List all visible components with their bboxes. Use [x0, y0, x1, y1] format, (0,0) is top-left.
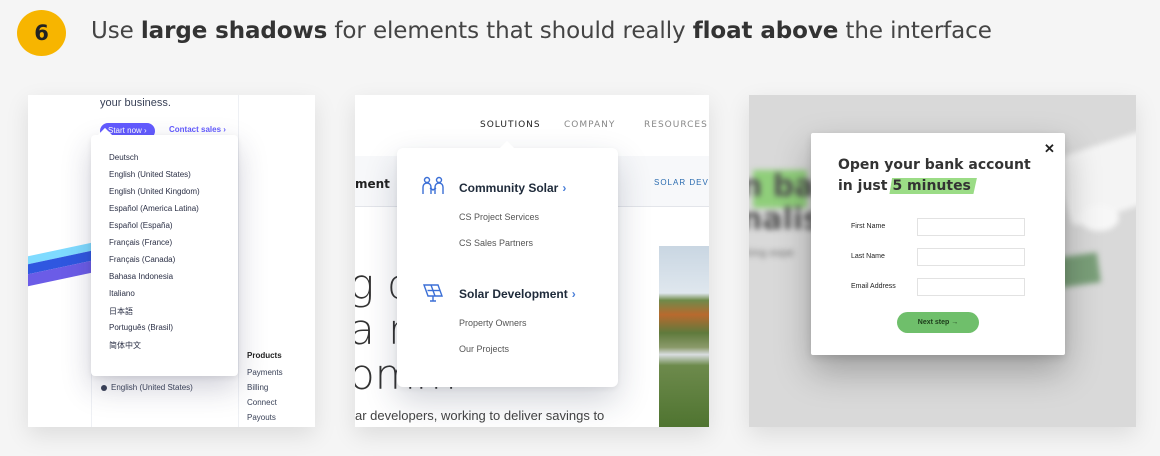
community-solar-link[interactable]: Community Solar ›: [459, 181, 566, 195]
property-owners-link[interactable]: Property Owners: [459, 318, 527, 328]
nav-resources[interactable]: RESOURCES: [644, 120, 708, 130]
modal-title-line1: Open your bank account: [838, 157, 1031, 173]
page-title: Use large shadows for elements that shou…: [91, 18, 992, 44]
cs-project-services-link[interactable]: CS Project Services: [459, 212, 539, 222]
nav-solutions[interactable]: SOLUTIONS: [480, 120, 541, 130]
language-option[interactable]: 简体中文: [109, 340, 141, 351]
sub-header-link[interactable]: SOLAR DEVEL: [654, 178, 709, 187]
footer-link-billing[interactable]: Billing: [247, 383, 268, 392]
step-badge: 6: [17, 10, 66, 56]
example-language-dropdown: your business. Start now › Contact sales…: [28, 95, 315, 427]
mouse-image: [1079, 205, 1119, 231]
our-projects-link[interactable]: Our Projects: [459, 344, 509, 354]
language-option[interactable]: Italiano: [109, 289, 135, 298]
last-name-label: Last Name: [851, 253, 885, 260]
body-text: ar developers, working to deliver saving…: [355, 408, 605, 423]
example-signup-modal: n ban nalist rking expe ✕ Open your bank…: [749, 95, 1136, 427]
footer-link-connect[interactable]: Connect: [247, 398, 277, 407]
hero-text: your business.: [100, 97, 171, 109]
language-dropdown: Deutsch English (United States) English …: [91, 135, 238, 376]
next-step-button[interactable]: Next step →: [897, 312, 979, 333]
footer-products-heading: Products: [247, 351, 282, 360]
language-option[interactable]: 日本語: [109, 306, 133, 317]
contact-sales-link[interactable]: Contact sales ›: [169, 125, 226, 134]
language-option[interactable]: Deutsch: [109, 153, 138, 162]
cs-sales-partners-link[interactable]: CS Sales Partners: [459, 238, 533, 248]
first-name-label: First Name: [851, 223, 886, 230]
nav-company[interactable]: COMPANY: [564, 120, 615, 130]
language-option[interactable]: Português (Brasil): [109, 323, 173, 332]
close-icon[interactable]: ✕: [1044, 141, 1055, 157]
first-name-field[interactable]: [917, 218, 1025, 236]
language-option[interactable]: Español (España): [109, 221, 173, 230]
email-label: Email Address: [851, 283, 896, 290]
modal-title-line2: in just 5 minutes: [838, 178, 977, 194]
last-name-field[interactable]: [917, 248, 1025, 266]
solutions-dropdown: Community Solar › CS Project Services CS …: [397, 148, 618, 387]
solar-development-link[interactable]: Solar Development ›: [459, 287, 576, 301]
language-option[interactable]: Español (America Latina): [109, 204, 199, 213]
footer-link-payments[interactable]: Payments: [247, 368, 283, 377]
highlight: 5 minutes: [889, 178, 977, 194]
footer-link-payouts[interactable]: Payouts: [247, 413, 276, 422]
globe-icon: [101, 385, 107, 391]
signup-modal: ✕ Open your bank account in just 5 minute…: [811, 133, 1065, 355]
aerial-photo: [659, 246, 709, 427]
divider: [238, 95, 239, 427]
language-option[interactable]: Bahasa Indonesia: [109, 272, 173, 281]
email-field[interactable]: [917, 278, 1025, 296]
language-option[interactable]: Français (France): [109, 238, 172, 247]
sub-header-title: ment: [355, 177, 390, 191]
language-option[interactable]: Français (Canada): [109, 255, 175, 264]
solar-panel-icon: [421, 281, 445, 308]
language-option[interactable]: English (United Kingdom): [109, 187, 200, 196]
people-icon: [421, 175, 445, 202]
background-text: rking expe: [749, 248, 794, 259]
language-selector[interactable]: English (United States): [101, 383, 193, 392]
language-option[interactable]: English (United States): [109, 170, 191, 179]
example-solutions-dropdown: SOLUTIONS COMPANY RESOURCES ment SOLAR D…: [355, 95, 709, 427]
